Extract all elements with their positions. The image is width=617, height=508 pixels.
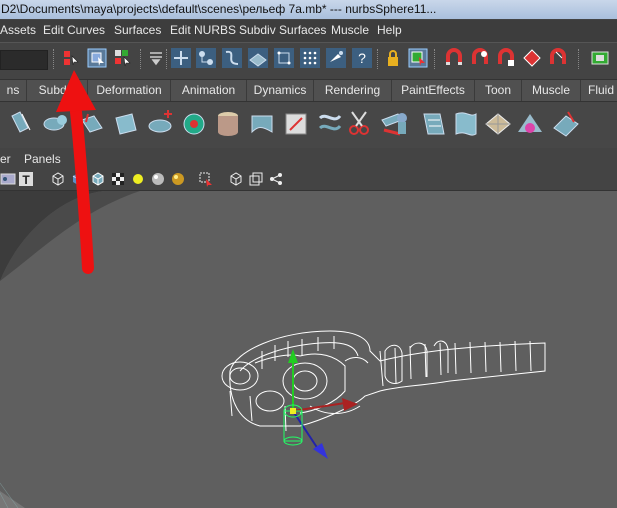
annotation-arrow [56, 70, 96, 274]
